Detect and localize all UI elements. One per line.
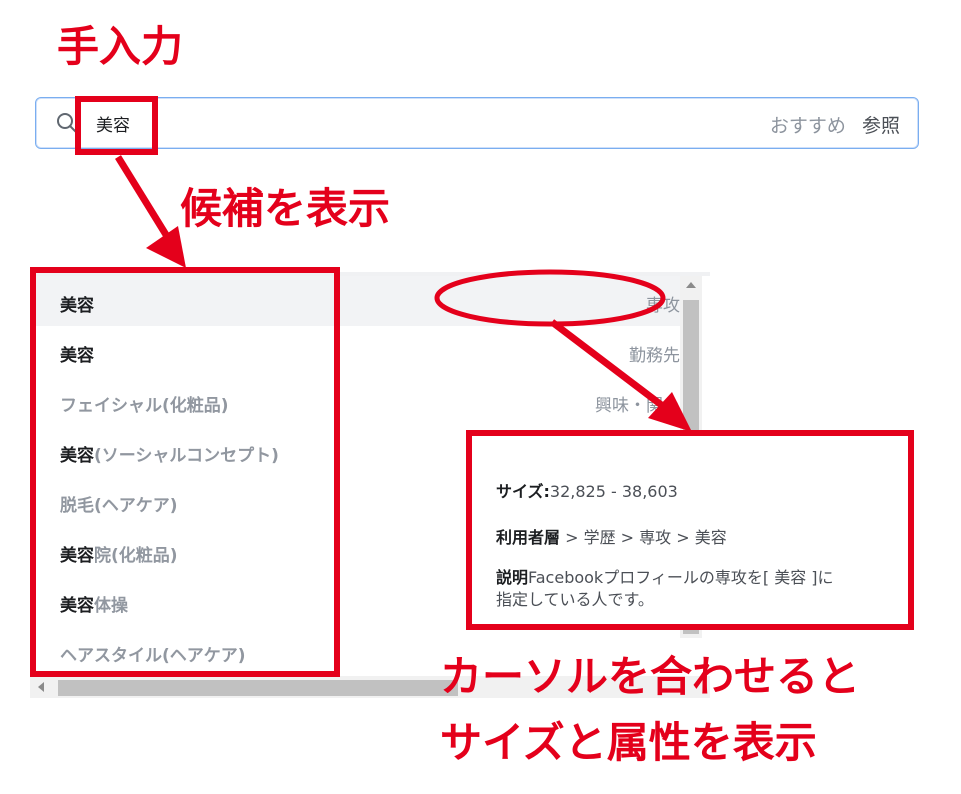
annotation-hover-line2: サイズと属性を表示 [440,718,817,767]
annotation-hover-line1: カーソルを合わせると [440,652,861,701]
